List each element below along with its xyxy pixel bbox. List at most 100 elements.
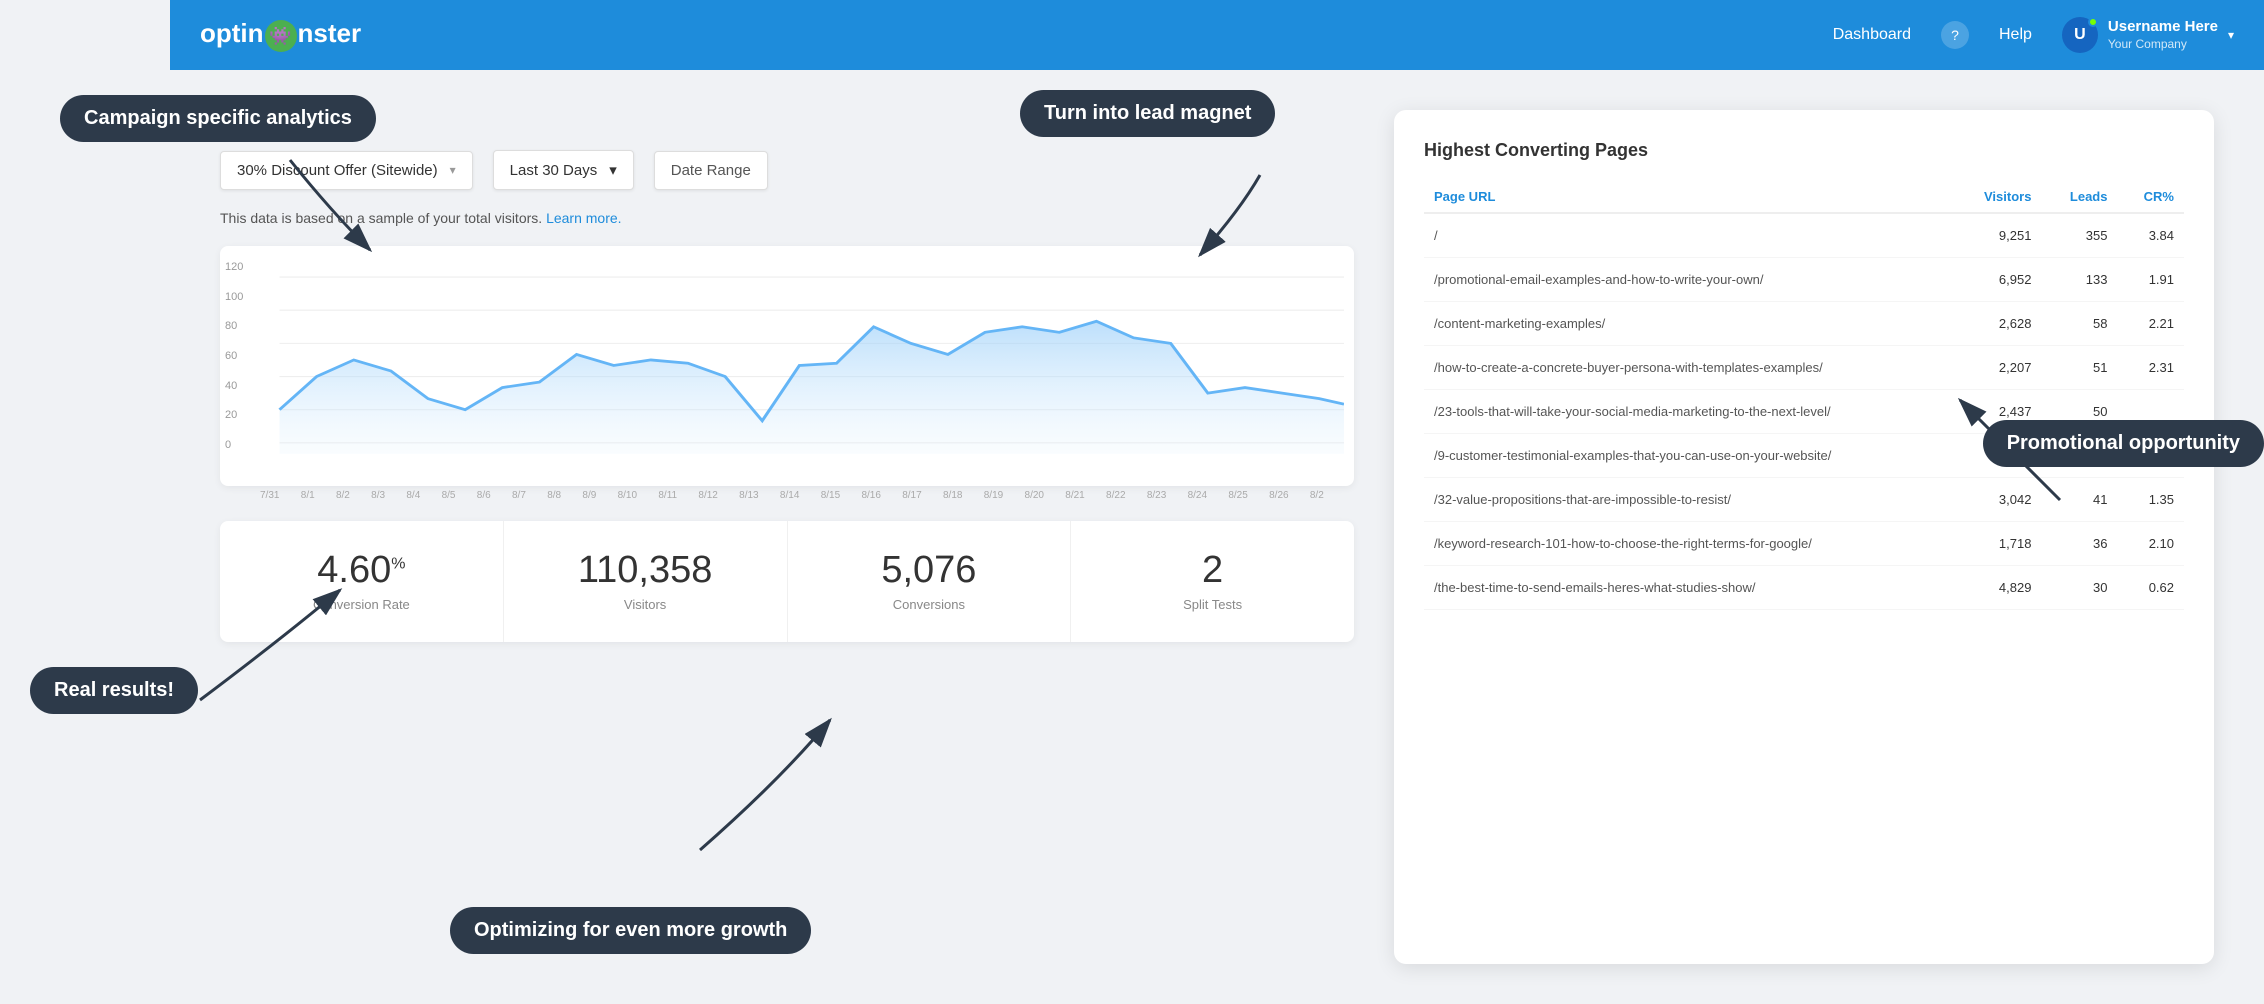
- campaign-select[interactable]: 30% Discount Offer (Sitewide) ▾: [220, 151, 473, 190]
- company-name: Your Company: [2108, 37, 2218, 53]
- x-label: 7/31: [260, 490, 279, 501]
- chart-container: 120 100 80 60 40 20 0: [220, 246, 1354, 486]
- cr-cell: 0.62: [2117, 566, 2184, 610]
- table-row: /how-to-create-a-concrete-buyer-persona-…: [1424, 346, 2184, 390]
- y-label-0: 0: [225, 439, 243, 451]
- chart-x-labels: 7/31 8/1 8/2 8/3 8/4 8/5 8/6 8/7 8/8 8/9…: [220, 486, 1354, 501]
- table-row: /promotional-email-examples-and-how-to-w…: [1424, 258, 2184, 302]
- online-indicator: [2088, 17, 2098, 27]
- nav-links: Dashboard ? Help U Username Here Your Co…: [1833, 17, 2234, 53]
- nav-help-label[interactable]: Help: [1999, 26, 2032, 44]
- table-row: /32-value-propositions-that-are-impossib…: [1424, 478, 2184, 522]
- annotation-lead-magnet: Turn into lead magnet: [1020, 90, 1275, 137]
- x-label: 8/6: [477, 490, 491, 501]
- username: Username Here: [2108, 17, 2218, 37]
- col-leads: Leads: [2041, 181, 2117, 213]
- x-label: 8/11: [658, 490, 677, 501]
- page-url-cell: /the-best-time-to-send-emails-heres-what…: [1424, 566, 1952, 610]
- learn-more-link[interactable]: Learn more.: [546, 210, 621, 226]
- y-label-20: 20: [225, 409, 243, 421]
- y-label-60: 60: [225, 350, 243, 362]
- x-label: 8/12: [698, 490, 717, 501]
- split-tests-value: 2: [1091, 551, 1334, 589]
- page-url-cell: /keyword-research-101-how-to-choose-the-…: [1424, 522, 1952, 566]
- x-label: 8/9: [582, 490, 596, 501]
- stat-split-tests: 2 Split Tests: [1071, 521, 1354, 642]
- annotation-promo: Promotional opportunity: [1983, 420, 2264, 467]
- leads-cell: 36: [2041, 522, 2117, 566]
- right-panel: Highest Converting Pages Page URL Visito…: [1394, 110, 2214, 964]
- chart-y-labels: 120 100 80 60 40 20 0: [225, 261, 243, 451]
- x-label: 8/3: [371, 490, 385, 501]
- x-label: 8/8: [547, 490, 561, 501]
- conversions-label: Conversions: [808, 597, 1051, 612]
- visitors-value: 110,358: [524, 551, 767, 589]
- nav-user-menu[interactable]: U Username Here Your Company ▾: [2062, 17, 2234, 53]
- campaign-chevron-icon: ▾: [450, 163, 456, 177]
- user-info: Username Here Your Company: [2108, 17, 2218, 52]
- y-label-120: 120: [225, 261, 243, 273]
- leads-cell: 58: [2041, 302, 2117, 346]
- cr-cell: 1.91: [2117, 258, 2184, 302]
- cr-cell: 1.35: [2117, 478, 2184, 522]
- chart-svg: [230, 266, 1344, 476]
- leads-cell: 355: [2041, 213, 2117, 258]
- split-tests-label: Split Tests: [1091, 597, 1334, 612]
- leads-cell: 30: [2041, 566, 2117, 610]
- x-label: 8/14: [780, 490, 799, 501]
- chevron-down-icon: ▾: [2228, 28, 2234, 42]
- x-label: 8/19: [984, 490, 1003, 501]
- leads-cell: 41: [2041, 478, 2117, 522]
- col-cr: CR%: [2117, 181, 2184, 213]
- visitors-cell: 1,718: [1952, 522, 2041, 566]
- filters-row: 30% Discount Offer (Sitewide) ▾ Last 30 …: [220, 150, 1354, 190]
- campaign-select-value: 30% Discount Offer (Sitewide): [237, 162, 438, 179]
- annotation-real-results: Real results!: [30, 667, 198, 714]
- x-label: 8/1: [301, 490, 315, 501]
- main-container: 30% Discount Offer (Sitewide) ▾ Last 30 …: [170, 70, 2264, 1004]
- date-range-button[interactable]: Date Range: [654, 151, 768, 190]
- col-page-url: Page URL: [1424, 181, 1952, 213]
- y-label-40: 40: [225, 380, 243, 392]
- visitors-cell: 4,829: [1952, 566, 2041, 610]
- page-url-cell: /: [1424, 213, 1952, 258]
- date-chevron-icon: ▾: [609, 161, 617, 179]
- visitors-label: Visitors: [524, 597, 767, 612]
- page-url-cell: /promotional-email-examples-and-how-to-w…: [1424, 258, 1952, 302]
- table-title: Highest Converting Pages: [1424, 140, 2184, 161]
- avatar: U: [2062, 17, 2098, 53]
- page-url-cell: /9-customer-testimonial-examples-that-yo…: [1424, 434, 1952, 478]
- stat-conversion-rate: 4.60% Conversion Rate: [220, 521, 504, 642]
- conversion-rate-value: 4.60%: [240, 551, 483, 589]
- sample-note: This data is based on a sample of your t…: [220, 210, 1354, 226]
- stat-conversions: 5,076 Conversions: [788, 521, 1072, 642]
- x-label: 8/22: [1106, 490, 1125, 501]
- x-label: 8/25: [1228, 490, 1247, 501]
- x-label: 8/7: [512, 490, 526, 501]
- stats-row: 4.60% Conversion Rate 110,358 Visitors 5…: [220, 521, 1354, 642]
- cr-cell: 3.84: [2117, 213, 2184, 258]
- left-panel: 30% Discount Offer (Sitewide) ▾ Last 30 …: [220, 110, 1354, 964]
- stat-visitors: 110,358 Visitors: [504, 521, 788, 642]
- page-url-cell: /32-value-propositions-that-are-impossib…: [1424, 478, 1952, 522]
- x-label: 8/15: [821, 490, 840, 501]
- x-label: 8/10: [618, 490, 637, 501]
- pages-table: Page URL Visitors Leads CR% / 9,251 355 …: [1424, 181, 2184, 610]
- nav-dashboard[interactable]: Dashboard: [1833, 26, 1911, 44]
- cr-cell: 2.10: [2117, 522, 2184, 566]
- table-row: / 9,251 355 3.84: [1424, 213, 2184, 258]
- x-label: 8/21: [1065, 490, 1084, 501]
- conversion-rate-label: Conversion Rate: [240, 597, 483, 612]
- annotation-growth: Optimizing for even more growth: [450, 907, 811, 954]
- y-label-80: 80: [225, 320, 243, 332]
- annotation-campaign: Campaign specific analytics: [60, 95, 376, 142]
- visitors-cell: 6,952: [1952, 258, 2041, 302]
- cr-cell: 2.21: [2117, 302, 2184, 346]
- y-label-100: 100: [225, 291, 243, 303]
- date-filter-select[interactable]: Last 30 Days ▾: [493, 150, 634, 190]
- nav-help-icon[interactable]: ?: [1941, 21, 1969, 49]
- cr-cell: 2.31: [2117, 346, 2184, 390]
- x-label: 8/5: [442, 490, 456, 501]
- x-label: 8/2: [1310, 490, 1324, 501]
- x-label: 8/2: [336, 490, 350, 501]
